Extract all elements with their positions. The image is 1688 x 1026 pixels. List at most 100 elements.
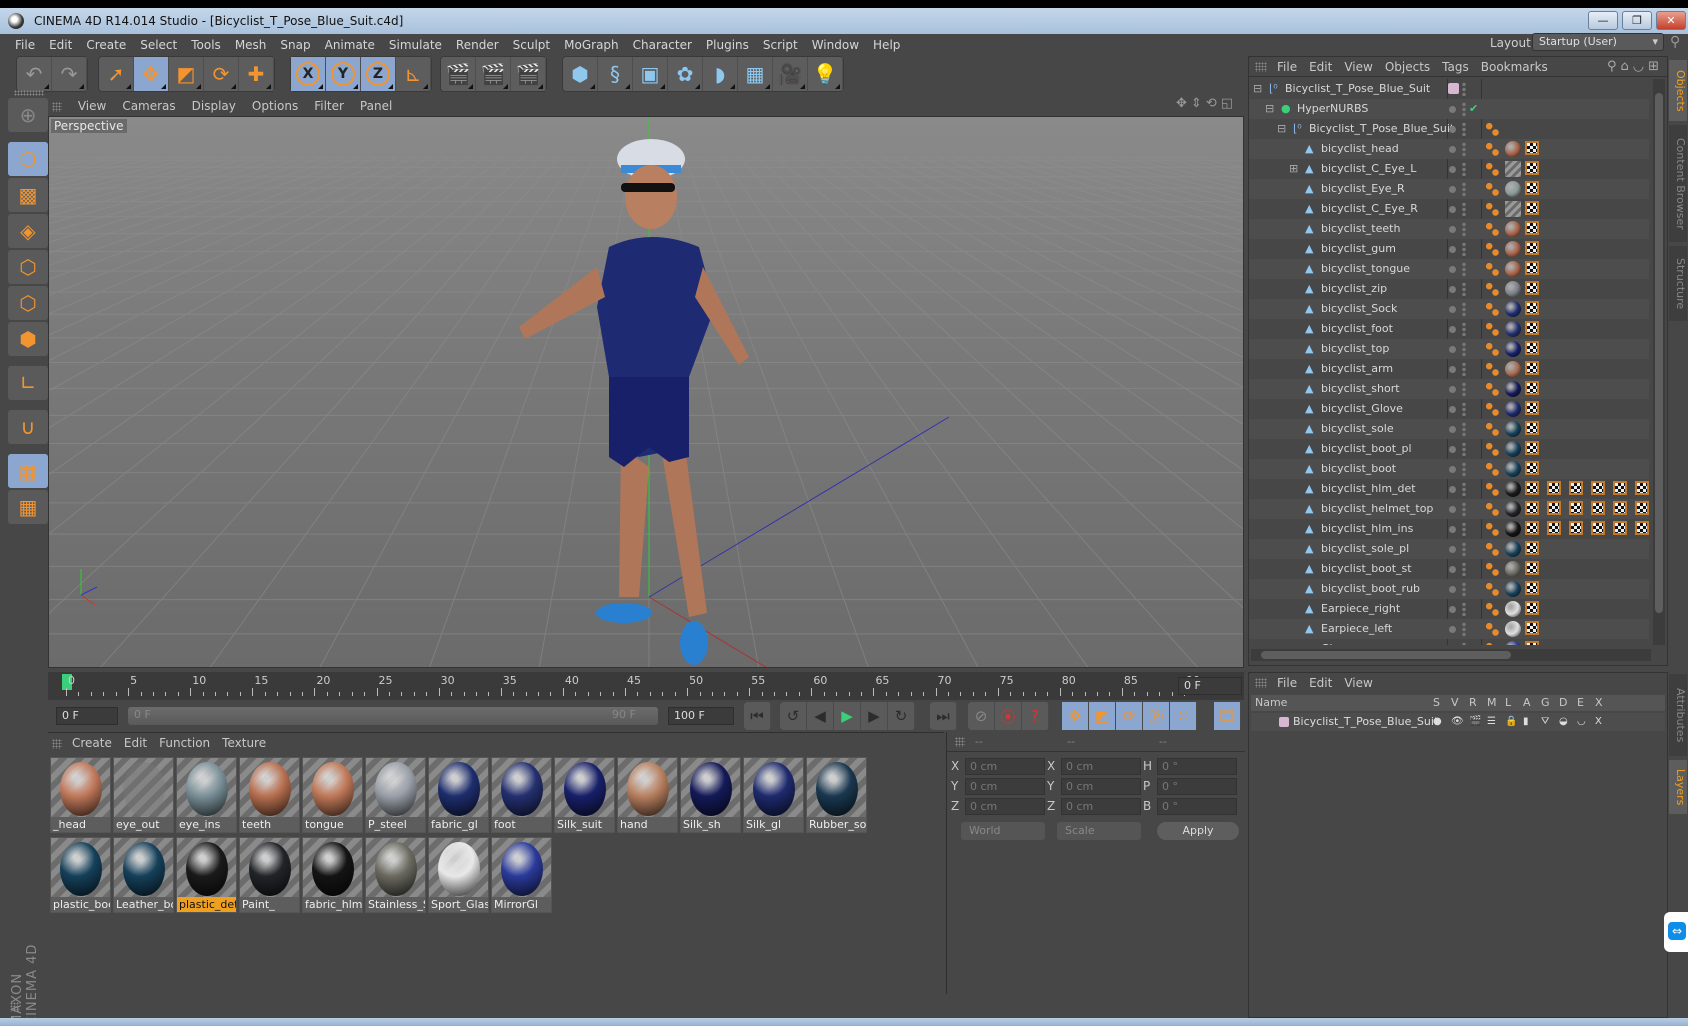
phong-tag-icon[interactable]: [1485, 122, 1499, 136]
phong-tag-icon[interactable]: [1485, 562, 1499, 576]
material-swatch[interactable]: fabric_hlm: [302, 837, 363, 913]
phong-tag-icon[interactable]: [1485, 182, 1499, 196]
coordinate-mode-dropdown[interactable]: World: [961, 822, 1045, 840]
coord-size-field[interactable]: 0 cm: [1061, 798, 1141, 815]
material-swatch[interactable]: P_steel: [365, 757, 426, 833]
uvw-tag-icon[interactable]: [1525, 381, 1539, 395]
key-scale-button[interactable]: ◩: [1089, 702, 1116, 730]
material-tag-icon[interactable]: [1505, 461, 1521, 477]
material-tag-icon[interactable]: [1505, 561, 1521, 577]
uvw-tag-icon[interactable]: [1525, 241, 1539, 255]
editor-visibility-dot[interactable]: [1449, 126, 1456, 133]
layer-column-name[interactable]: Name: [1255, 695, 1287, 711]
layer-xrefs-icon[interactable]: X: [1595, 713, 1602, 731]
palette-grip[interactable]: [14, 90, 44, 96]
next-frame-button[interactable]: ▶: [861, 702, 888, 730]
material-tag-icon[interactable]: [1505, 181, 1521, 197]
timeline-ruler[interactable]: 051015202530354045505560657075808590: [48, 672, 1244, 700]
layout-dropdown[interactable]: Startup (User) ▾: [1532, 33, 1664, 51]
layer-column-s[interactable]: S: [1433, 695, 1440, 711]
render-visibility-dots[interactable]: [1462, 402, 1466, 416]
uvw-tag-icon[interactable]: [1635, 501, 1649, 515]
editor-visibility-dot[interactable]: [1449, 266, 1456, 273]
phong-tag-icon[interactable]: [1485, 302, 1499, 316]
object-row[interactable]: ▲ bicyclist_foot: [1249, 319, 1649, 339]
editor-visibility-dot[interactable]: [1449, 326, 1456, 333]
spline-pen-button[interactable]: §: [598, 57, 633, 91]
zoom-view-icon[interactable]: ⇕: [1191, 96, 1206, 111]
previous-frame-button[interactable]: ◀: [807, 702, 834, 730]
object-menu-file[interactable]: File: [1271, 57, 1303, 77]
uvw-tag-icon[interactable]: [1525, 361, 1539, 375]
render-visibility-dots[interactable]: [1462, 502, 1466, 516]
material-swatch[interactable]: tongue: [302, 757, 363, 833]
object-row[interactable]: ⊞ ▲ bicyclist_C_Eye_L: [1249, 159, 1649, 179]
y-axis-lock-button[interactable]: Y: [326, 57, 361, 91]
material-swatch[interactable]: Stainless_S: [365, 837, 426, 913]
material-tag-icon[interactable]: [1505, 241, 1521, 257]
render-visibility-dots[interactable]: [1462, 82, 1466, 96]
key-rotation-button[interactable]: ⟳: [1116, 702, 1143, 730]
uvw-tag-icon[interactable]: [1613, 501, 1627, 515]
axis-mode-button[interactable]: ∟: [8, 366, 48, 400]
polygons-mode-button[interactable]: ⬢: [8, 322, 48, 356]
uvw-tag-icon[interactable]: [1525, 221, 1539, 235]
snap-button[interactable]: ∪: [8, 410, 48, 444]
object-row[interactable]: ▲ bicyclist_boot_st: [1249, 559, 1649, 579]
uvw-tag-icon[interactable]: [1635, 521, 1649, 535]
editor-visibility-dot[interactable]: [1449, 566, 1456, 573]
end-frame-field[interactable]: 100 F: [668, 707, 734, 725]
object-row[interactable]: ▲ bicyclist_helmet_top: [1249, 499, 1649, 519]
object-row[interactable]: ⊟ ● HyperNURBS ✔: [1249, 99, 1649, 119]
render-visibility-dots[interactable]: [1462, 362, 1466, 376]
pan-view-icon[interactable]: ✥: [1176, 96, 1191, 111]
record-keys-button[interactable]: ⦿: [995, 702, 1022, 730]
render-visibility-dots[interactable]: [1462, 382, 1466, 396]
material-tag-icon[interactable]: [1505, 521, 1521, 537]
object-row[interactable]: ▲ Earpiece_right: [1249, 599, 1649, 619]
material-swatch[interactable]: foot: [491, 757, 552, 833]
render-visibility-dots[interactable]: [1462, 622, 1466, 636]
teamviewer-tab[interactable]: ⇔: [1664, 912, 1688, 952]
layer-animation-icon[interactable]: ▮: [1523, 713, 1529, 731]
material-tag-icon[interactable]: [1505, 501, 1521, 517]
phong-tag-icon[interactable]: [1485, 142, 1499, 156]
uvw-tag-icon[interactable]: [1525, 401, 1539, 415]
side-tab-structure[interactable]: Structure: [1669, 246, 1687, 321]
phong-tag-icon[interactable]: [1485, 502, 1499, 516]
coord-position-field[interactable]: 0 cm: [965, 778, 1045, 795]
object-row[interactable]: ▲ bicyclist_sole: [1249, 419, 1649, 439]
render-visibility-dots[interactable]: [1462, 642, 1466, 645]
object-menu-tags[interactable]: Tags: [1436, 57, 1475, 77]
render-visibility-dots[interactable]: [1462, 182, 1466, 196]
material-swatch[interactable]: Silk_suit: [554, 757, 615, 833]
phong-tag-icon[interactable]: [1485, 382, 1499, 396]
phong-tag-icon[interactable]: [1485, 162, 1499, 176]
minimize-button[interactable]: —: [1588, 11, 1618, 30]
menu-edit[interactable]: Edit: [42, 34, 79, 56]
layer-render-icon[interactable]: 🎬: [1469, 713, 1481, 731]
transform-mode-dropdown[interactable]: Scale: [1057, 822, 1141, 840]
viewport-menu-options[interactable]: Options: [244, 96, 306, 116]
x-axis-lock-button[interactable]: X: [291, 57, 326, 91]
material-tag-icon[interactable]: [1505, 321, 1521, 337]
menu-snap[interactable]: Snap: [273, 34, 317, 56]
editor-visibility-dot[interactable]: [1449, 586, 1456, 593]
layer-column-g[interactable]: G: [1541, 695, 1550, 711]
coord-position-field[interactable]: 0 cm: [965, 798, 1045, 815]
rotate-view-icon[interactable]: ⟲: [1206, 96, 1221, 111]
material-swatch[interactable]: _head: [50, 757, 111, 833]
apply-button[interactable]: Apply: [1157, 822, 1239, 840]
render-visibility-dots[interactable]: [1462, 522, 1466, 536]
material-tag-icon[interactable]: [1505, 641, 1521, 645]
uvw-tag-icon[interactable]: [1525, 581, 1539, 595]
editor-visibility-dot[interactable]: [1449, 446, 1456, 453]
key-pla-button[interactable]: ⁙: [1170, 702, 1197, 730]
motion-path-button[interactable]: ⊘: [968, 702, 995, 730]
enabled-check-icon[interactable]: ✔: [1469, 99, 1478, 119]
object-row[interactable]: ⊟ ⌊⁰ Bicyclist_T_Pose_Blue_Suit: [1249, 119, 1649, 139]
object-row[interactable]: ▲ bicyclist_Glove: [1249, 399, 1649, 419]
menu-create[interactable]: Create: [79, 34, 133, 56]
eye-icon[interactable]: ◡: [1633, 59, 1648, 74]
material-tag-icon[interactable]: [1505, 281, 1521, 297]
